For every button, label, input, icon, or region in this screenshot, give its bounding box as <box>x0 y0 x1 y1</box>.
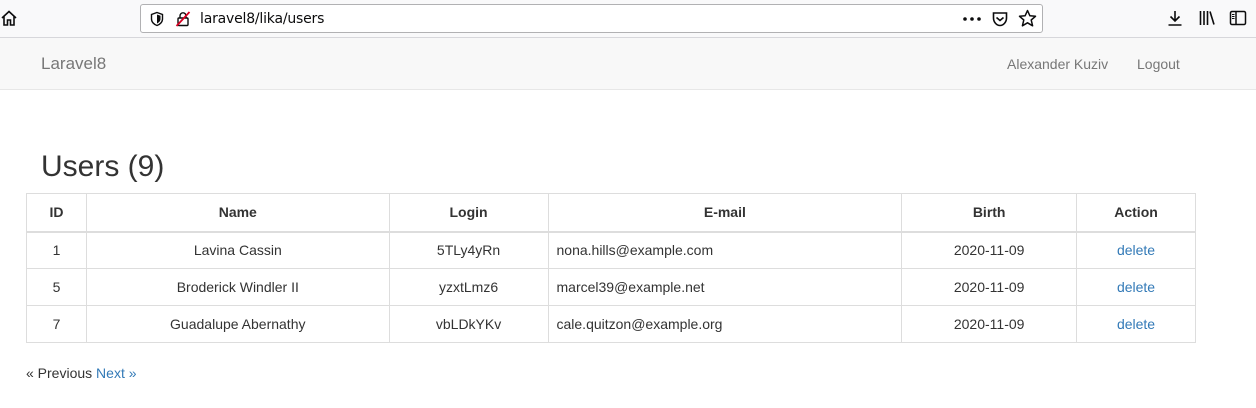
library-icon[interactable] <box>1198 9 1216 27</box>
cell-login: yzxtLmz6 <box>388 268 549 306</box>
cell-id: 5 <box>26 268 87 306</box>
logout-link[interactable]: Logout <box>1137 56 1180 72</box>
users-table: ID Name Login E-mail Birth Action 1 Lavi… <box>26 193 1196 343</box>
cell-email: nona.hills@example.com <box>547 231 903 269</box>
cell-birth: 2020-11-09 <box>901 268 1078 306</box>
header-name: Name <box>85 193 390 233</box>
cell-id: 1 <box>26 231 87 269</box>
cell-email: marcel39@example.net <box>547 268 903 306</box>
header-email: E-mail <box>547 193 903 233</box>
user-name-link[interactable]: Alexander Kuziv <box>1007 56 1108 72</box>
home-icon[interactable] <box>0 9 18 27</box>
cell-id: 7 <box>26 305 87 343</box>
browser-toolbar: laravel8/lika/users <box>0 0 1256 38</box>
download-icon[interactable] <box>1166 9 1184 27</box>
pocket-icon[interactable] <box>991 10 1009 28</box>
previous-page-label: « Previous <box>26 365 93 381</box>
cell-login: 5TLy4yRn <box>388 231 549 269</box>
header-id: ID <box>26 193 87 233</box>
table-row: 7 Guadalupe Abernathy vbLDkYKv cale.quit… <box>26 305 1196 343</box>
cell-birth: 2020-11-09 <box>901 305 1078 343</box>
cell-name: Lavina Cassin <box>85 231 390 269</box>
shield-icon[interactable] <box>149 11 165 27</box>
sidebar-icon[interactable] <box>1229 9 1247 27</box>
cell-birth: 2020-11-09 <box>901 231 1078 269</box>
cell-action: delete <box>1076 305 1196 343</box>
header-action: Action <box>1076 193 1196 233</box>
table-row: 5 Broderick Windler II yzxtLmz6 marcel39… <box>26 268 1196 306</box>
next-page-link[interactable]: Next » <box>96 365 136 381</box>
insecure-icon[interactable] <box>175 11 191 27</box>
cell-email: cale.quitzon@example.org <box>547 305 903 343</box>
table-header-row: ID Name Login E-mail Birth Action <box>26 193 1196 233</box>
brand-link[interactable]: Laravel8 <box>41 54 106 74</box>
table-row: 1 Lavina Cassin 5TLy4yRn nona.hills@exam… <box>26 231 1196 269</box>
url-text[interactable]: laravel8/lika/users <box>200 11 324 27</box>
cell-name: Guadalupe Abernathy <box>85 305 390 343</box>
app-navbar: Laravel8 Alexander Kuziv Logout <box>0 38 1256 90</box>
cell-login: vbLDkYKv <box>388 305 549 343</box>
star-icon[interactable] <box>1018 9 1037 28</box>
page-title: Users (9) <box>41 150 165 183</box>
delete-link[interactable]: delete <box>1117 279 1155 295</box>
delete-link[interactable]: delete <box>1117 242 1155 258</box>
url-bar[interactable]: laravel8/lika/users <box>140 4 1043 33</box>
cell-action: delete <box>1076 268 1196 306</box>
cell-action: delete <box>1076 231 1196 269</box>
header-login: Login <box>388 193 549 233</box>
header-birth: Birth <box>901 193 1078 233</box>
more-icon[interactable] <box>961 10 983 28</box>
delete-link[interactable]: delete <box>1117 316 1155 332</box>
cell-name: Broderick Windler II <box>85 268 390 306</box>
pagination: « Previous Next » <box>26 365 137 381</box>
